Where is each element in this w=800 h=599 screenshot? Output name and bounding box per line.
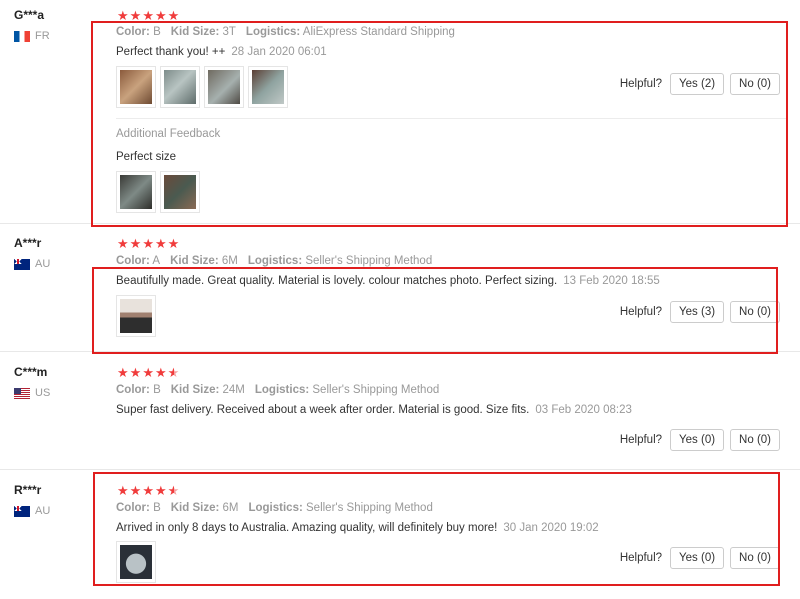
color-label: Color:: [116, 384, 150, 396]
helpful-label: Helpful?: [619, 434, 663, 446]
logistics-label: Logistics:: [247, 255, 303, 267]
highlight-box: [92, 267, 778, 354]
logistics-value: Seller's Shipping Method: [305, 255, 433, 267]
country-code: AU: [35, 505, 51, 517]
review-attributes: Color: A Kid Size: 6M Logistics: Seller's …: [116, 255, 432, 267]
flag-fr-icon: [14, 30, 30, 42]
star-icon: ★: [154, 236, 167, 251]
size-label: Kid Size:: [170, 255, 219, 267]
color-value: B: [153, 384, 161, 396]
size-label: Kid Size:: [170, 384, 220, 396]
review-date: 03 Feb 2020 08:23: [535, 404, 632, 416]
reviewer-name: A***r: [14, 236, 42, 250]
reviewer-info: C***m US: [14, 365, 50, 399]
flag-au-icon: [14, 505, 30, 517]
color-value: A: [152, 255, 161, 267]
review-item: C***m US ★ ★ ★ ★ ★ Color: B Kid Size: 24M Logi…: [0, 352, 800, 470]
country-code: FR: [35, 30, 50, 42]
reviewer-name: R***r: [14, 483, 42, 497]
star-icon: ★: [129, 236, 142, 251]
star-icon: ★: [142, 365, 154, 380]
half-star-icon: ★: [167, 365, 180, 380]
star-rating: ★ ★ ★ ★ ★: [117, 237, 179, 250]
size-value: 6M: [221, 255, 238, 267]
color-label: Color:: [116, 255, 150, 267]
logistics-value: Seller's Shipping Method: [312, 384, 440, 396]
flag-us-icon: [14, 387, 30, 399]
star-icon: ★: [129, 365, 142, 380]
reviewer-info: R***r AU: [14, 483, 50, 517]
reviewer-country: US: [14, 387, 50, 399]
size-value: 24M: [222, 384, 245, 396]
country-code: AU: [35, 258, 51, 270]
country-code: US: [35, 387, 51, 399]
helpful-controls: Helpful? Yes (0) No (0): [620, 429, 780, 451]
highlight-box: [91, 21, 788, 227]
review-text: Super fast delivery. Received about a we…: [116, 404, 632, 416]
star-rating: ★ ★ ★ ★ ★: [117, 366, 179, 379]
logistics-label: Logistics:: [254, 384, 310, 396]
star-icon: ★: [154, 365, 167, 380]
reviewer-country: AU: [14, 258, 50, 270]
reviewer-info: G***a FR: [14, 8, 50, 42]
reviewer-country: FR: [14, 30, 50, 42]
highlight-box: [93, 472, 780, 586]
star-icon: ★: [117, 236, 129, 251]
flag-au-icon: [14, 258, 30, 270]
reviewer-name: C***m: [14, 365, 48, 379]
star-icon: ★: [142, 236, 154, 251]
review-body: Super fast delivery. Received about a we…: [116, 404, 530, 416]
star-icon: ★: [117, 365, 129, 380]
reviewer-country: AU: [14, 505, 50, 517]
reviewer-name: G***a: [14, 8, 45, 22]
review-attributes: Color: B Kid Size: 24M Logistics: Seller's…: [116, 384, 439, 396]
helpful-no-button[interactable]: No (0): [730, 429, 780, 451]
reviewer-info: A***r AU: [14, 236, 50, 270]
helpful-yes-button[interactable]: Yes (0): [670, 429, 725, 451]
star-icon: ★: [167, 236, 180, 251]
